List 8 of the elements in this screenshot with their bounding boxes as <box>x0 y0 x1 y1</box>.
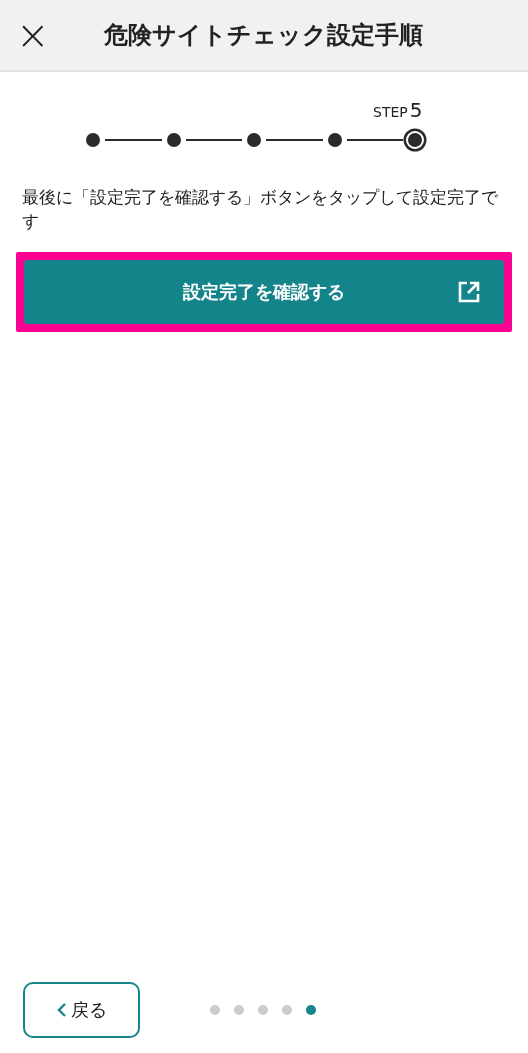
back-button[interactable]: 戻る <box>23 982 140 1038</box>
confirm-button[interactable]: 設定完了を確認する <box>24 260 504 324</box>
chevron-left-icon <box>56 1002 67 1018</box>
instruction-text: 最後に「設定完了を確認する」ボタンをタップして設定完了です <box>22 187 499 233</box>
external-link-icon <box>458 281 480 303</box>
close-button[interactable]: × <box>16 15 46 55</box>
page-title: 危険サイトチェック設定手順 <box>104 20 423 51</box>
step-label: STEP 5 <box>373 98 423 122</box>
